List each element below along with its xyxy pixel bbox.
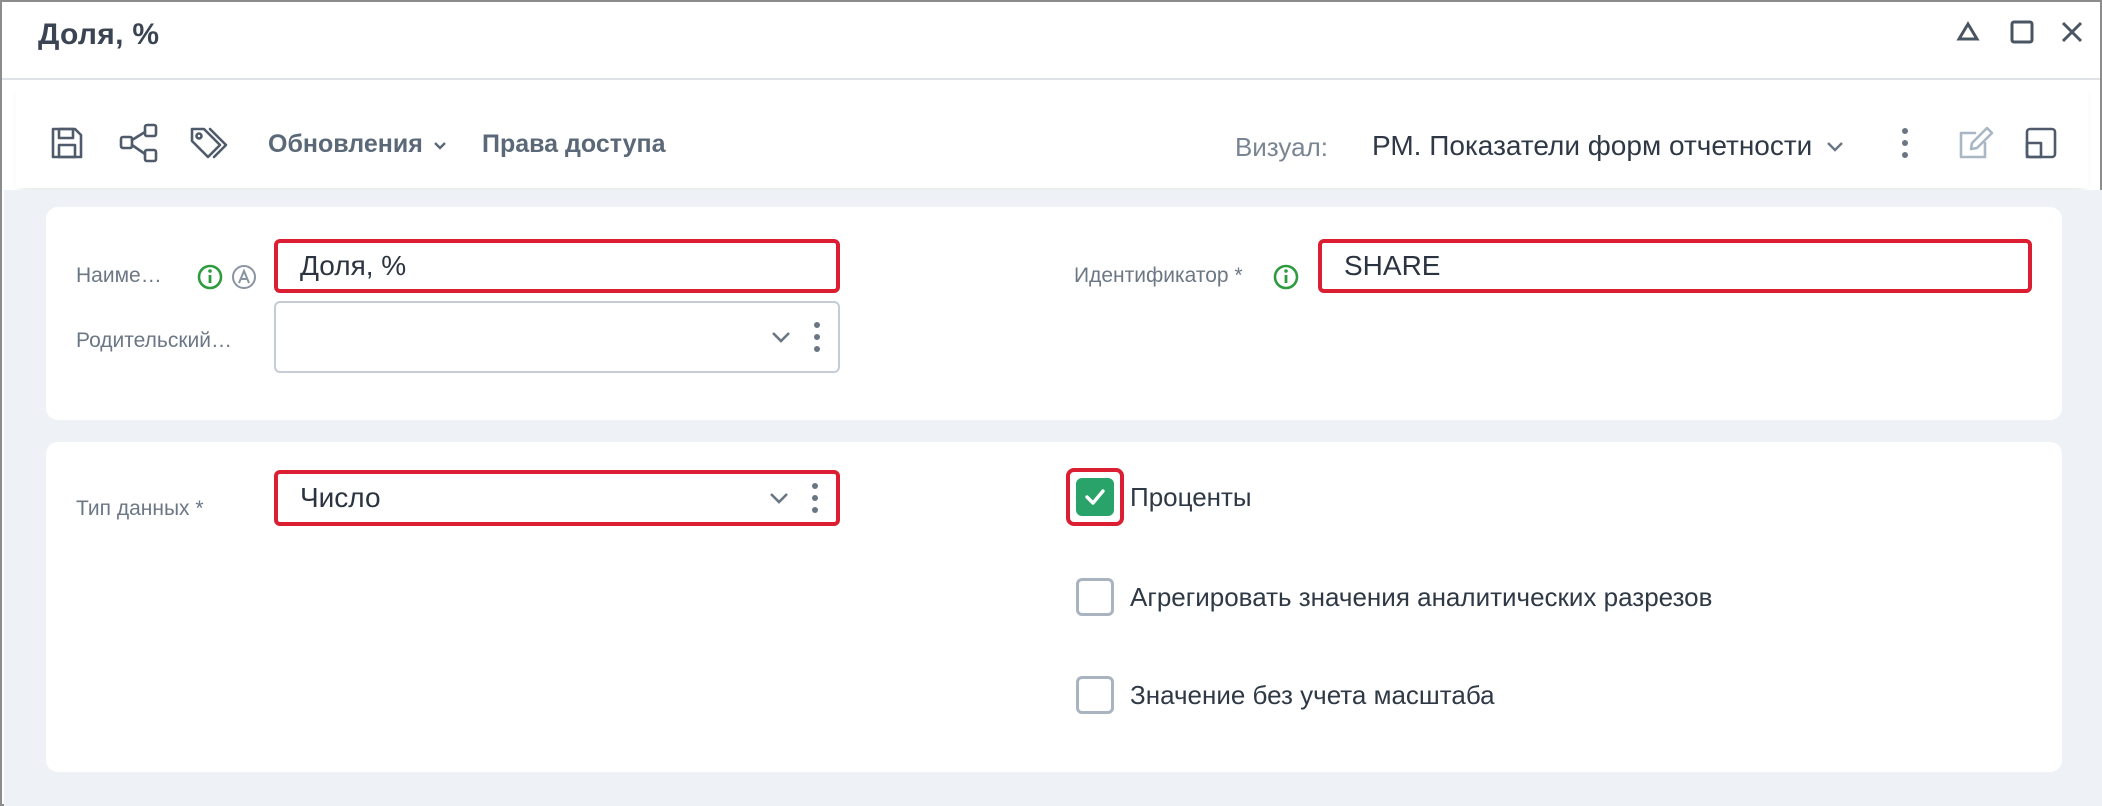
datatype-label: Тип данных *	[76, 497, 204, 520]
auto-translate-icon[interactable]	[230, 263, 258, 291]
maximize-icon[interactable]	[2002, 12, 2042, 52]
aggregate-label: Агрегировать значения аналитических разр…	[1130, 582, 1713, 612]
no-scale-checkbox[interactable]	[1076, 676, 1114, 714]
field-menu-icon[interactable]	[814, 322, 820, 352]
share-icon[interactable]	[116, 120, 162, 166]
aggregate-checkbox[interactable]	[1076, 578, 1114, 616]
datatype-dropdown[interactable]: Число	[274, 470, 840, 526]
percent-label: Проценты	[1130, 482, 1252, 512]
parent-dropdown[interactable]	[274, 301, 840, 373]
updates-menu[interactable]: Обновления	[268, 130, 449, 159]
collapse-icon[interactable]	[1948, 12, 1988, 52]
datatype-value: Число	[300, 482, 381, 513]
chevron-down-icon	[1827, 142, 1844, 152]
expand-icon[interactable]	[2018, 120, 2064, 166]
percent-checkbox[interactable]	[1076, 478, 1114, 516]
datatype-section: Тип данных * Число Проценты Агрегировать…	[46, 442, 2062, 772]
chevron-down-icon[interactable]	[768, 324, 794, 350]
more-options-icon[interactable]	[1882, 120, 1928, 166]
name-label: Наиме…	[76, 264, 162, 287]
close-icon[interactable]	[2052, 12, 2092, 52]
field-menu-icon[interactable]	[812, 483, 818, 513]
info-icon[interactable]	[196, 263, 224, 291]
updates-label: Обновления	[268, 130, 423, 158]
identifier-input[interactable]: SHARE	[1318, 239, 2032, 293]
window-title: Доля, %	[38, 18, 160, 51]
visual-value: РМ. Показатели форм отчетности	[1372, 130, 1813, 161]
access-rights-link[interactable]: Права доступа	[482, 130, 666, 159]
identifier-label: Идентификатор *	[1074, 264, 1243, 287]
no-scale-label: Значение без учета масштаба	[1130, 680, 1495, 710]
chevron-down-icon[interactable]	[766, 485, 792, 511]
dialog-window: Доля, % Обновления Права доступа Визуал:…	[0, 0, 2102, 806]
general-section: Наиме… Доля, % Идентификатор * SHARE Род…	[46, 207, 2062, 420]
save-icon[interactable]	[44, 120, 90, 166]
toolbar: Обновления Права доступа Визуал: РМ. Пок…	[16, 82, 2088, 188]
access-rights-label: Права доступа	[482, 130, 666, 158]
title-bar: Доля, %	[2, 2, 2100, 80]
tags-icon[interactable]	[188, 120, 234, 166]
edit-icon[interactable]	[1952, 120, 1998, 166]
info-icon[interactable]	[1272, 263, 1300, 291]
parent-label: Родительский…	[76, 329, 232, 352]
visual-label: Визуал:	[1234, 132, 1328, 162]
checkmark-icon	[1085, 489, 1105, 505]
visual-selector[interactable]: РМ. Показатели форм отчетности	[1372, 130, 1846, 162]
name-input[interactable]: Доля, %	[274, 239, 840, 293]
chevron-down-icon	[433, 141, 446, 150]
